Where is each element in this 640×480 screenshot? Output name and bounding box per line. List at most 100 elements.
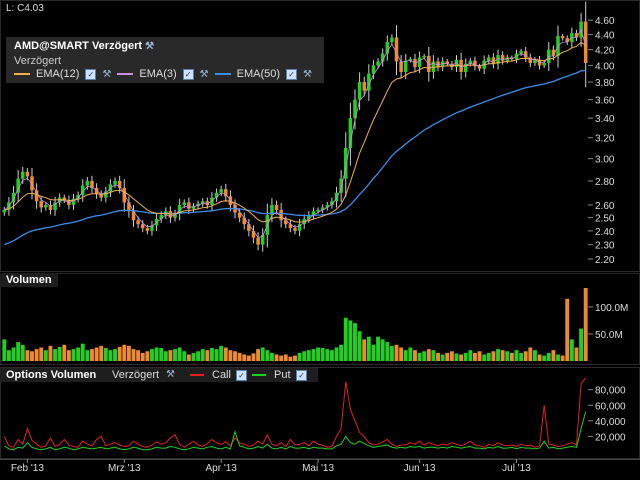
legend-title[interactable]: AMD@SMART Verzögert ⚒ (14, 40, 154, 52)
volume-bar (186, 354, 191, 361)
wrench-icon[interactable]: ⚒ (145, 41, 154, 52)
candle-body (565, 38, 569, 43)
volume-bar (311, 349, 316, 361)
candle-body (39, 201, 43, 208)
volume-bar (30, 351, 34, 361)
volume-bar (219, 345, 224, 361)
wrench-icon[interactable]: ⚒ (200, 69, 209, 80)
volume-bar (265, 350, 270, 361)
volume-bar (297, 352, 302, 361)
put-checkbox[interactable]: ✓ (296, 370, 307, 381)
price-tick-label: 3.60 (595, 96, 615, 107)
volume-bar (334, 347, 339, 361)
volume-bar (551, 350, 556, 361)
legend-checkbox-ema12[interactable]: ✓ (85, 68, 97, 80)
volume-bar (94, 347, 99, 361)
volume-bar (16, 342, 21, 361)
put-swatch (252, 374, 266, 376)
volume-bar (537, 354, 542, 361)
volume-bar (343, 317, 348, 361)
candle-body (145, 228, 150, 231)
candle-body (122, 187, 127, 203)
volume-bar (473, 352, 477, 361)
volume-bar (85, 350, 90, 361)
volume-bar (182, 351, 187, 361)
volume-bar (53, 349, 58, 361)
candle-body (542, 63, 546, 66)
candle-body (136, 220, 140, 225)
put-label: Put (274, 369, 291, 381)
price-tick-label: 4.20 (595, 46, 615, 57)
options-tick-label: 20,000 (595, 432, 626, 443)
volume-bar (80, 343, 85, 361)
candle-body (417, 57, 422, 68)
volume-bar (173, 349, 177, 361)
wrench-icon[interactable]: ⚒ (166, 368, 175, 382)
volume-bar (500, 350, 505, 361)
volume-bar (560, 355, 565, 361)
volume-bar (380, 339, 385, 361)
wrench-icon[interactable]: ⚒ (303, 69, 312, 80)
volume-bar (556, 354, 560, 361)
volume-bar (422, 351, 427, 361)
volume-bar (113, 349, 117, 361)
candle-body (427, 55, 431, 72)
legend-checkbox-ema3[interactable]: ✓ (182, 68, 194, 80)
volume-bar (463, 352, 468, 361)
legend-series-row: EMA(12) ✓ ⚒ EMA(3) ✓ ⚒ EMA(50) ✓ ⚒ (14, 68, 312, 80)
volume-bar (90, 349, 94, 361)
volume-bar (214, 349, 219, 361)
candle-body (44, 204, 48, 208)
volume-bar (256, 349, 261, 361)
legend-swatch-ema3 (117, 73, 134, 75)
options-tick-label: 40,000 (595, 417, 626, 428)
volume-bar (468, 350, 473, 361)
volume-bar (2, 339, 7, 361)
volume-bar (546, 352, 551, 361)
volume-bar (25, 350, 30, 361)
wrench-icon[interactable]: ⚒ (102, 69, 111, 80)
legend-label-ema3: EMA(3) (139, 68, 177, 80)
volume-bar (200, 349, 205, 361)
candle-body (403, 60, 408, 72)
volume-bar (477, 351, 482, 361)
candle-body (113, 180, 117, 185)
price-tick-label: 2.40 (595, 227, 615, 238)
candle-body (293, 228, 297, 231)
candle-body (560, 36, 565, 39)
volume-bar (454, 353, 459, 361)
candle-body (390, 37, 394, 43)
candle-body (362, 82, 366, 91)
call-checkbox[interactable]: ✓ (236, 370, 247, 381)
x-tick-label: Feb '13 (11, 463, 44, 474)
volume-bar (523, 351, 528, 361)
candle-body (316, 209, 320, 212)
price-tick-label: 2.80 (595, 177, 615, 188)
volume-bar (103, 348, 108, 361)
volume-bar (436, 352, 440, 361)
volume-bar (426, 349, 431, 361)
volume-bar (191, 352, 196, 361)
volume-bar (159, 348, 164, 361)
volume-bar (371, 344, 376, 361)
price-tick-label: 2.30 (595, 241, 615, 252)
candle-body (251, 230, 256, 238)
candle-body (519, 51, 523, 54)
volume-panel-title: Volumen (6, 274, 52, 286)
legend-checkbox-ema50[interactable]: ✓ (286, 68, 298, 80)
volume-bar (574, 347, 579, 361)
volume-bar (131, 349, 136, 361)
price-legend: AMD@SMART Verzögert ⚒ Verzögert EMA(12) … (6, 37, 324, 83)
volume-bar (145, 351, 150, 361)
candle-body (25, 171, 30, 177)
legend-label-ema12: EMA(12) (36, 68, 80, 80)
legend-swatch-ema12 (14, 73, 30, 75)
x-tick-label: Mrz '13 (108, 463, 141, 474)
x-tick-label: Apr '13 (205, 463, 237, 474)
x-tick-label: Jul '13 (502, 463, 531, 474)
volume-bar (242, 354, 247, 361)
volume-bar (99, 345, 104, 361)
volume-bar (140, 352, 145, 361)
candle-body (21, 171, 25, 179)
candle-body (357, 82, 362, 100)
